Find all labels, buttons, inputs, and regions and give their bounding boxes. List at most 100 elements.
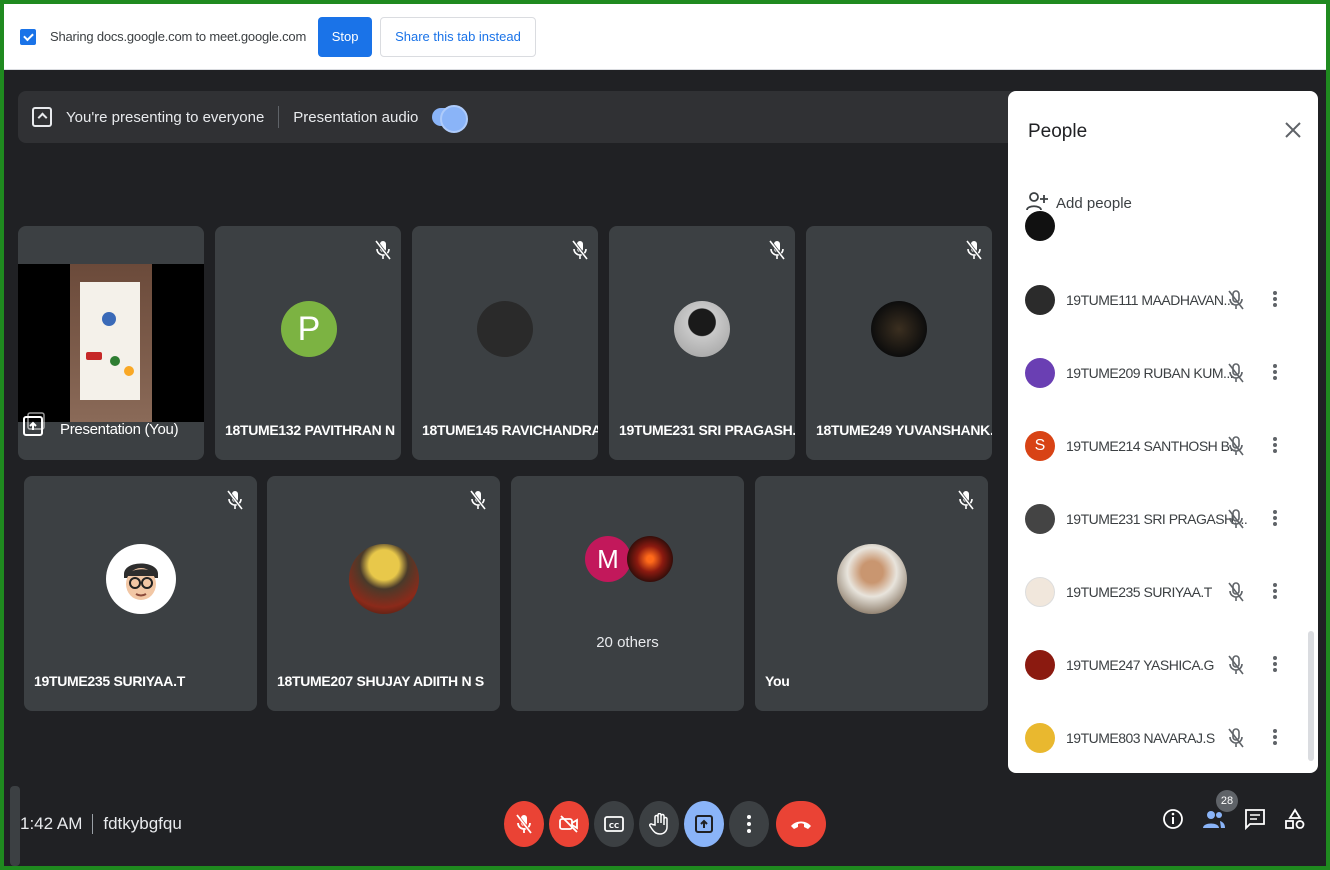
- more-options-button[interactable]: [729, 801, 769, 847]
- screen-share-bar: Sharing docs.google.com to meet.google.c…: [4, 4, 1326, 70]
- participant-name: 19TUME111 MAADHAVAN...: [1066, 292, 1234, 308]
- divider: [278, 106, 280, 128]
- people-icon[interactable]: [1202, 808, 1226, 835]
- mic-off-icon: [226, 490, 244, 510]
- avatar: [349, 544, 419, 614]
- avatar: [1025, 650, 1055, 680]
- participant-name: 19TUME231 SRI PRAGASH....: [1066, 511, 1248, 527]
- captions-button[interactable]: CC: [594, 801, 634, 847]
- mic-off-icon: [571, 240, 589, 260]
- tile-name: 18TUME145 RAVICHANDRA...: [422, 422, 598, 438]
- poster-image: [70, 264, 152, 422]
- presentation-audio-label: Presentation audio: [293, 108, 419, 126]
- svg-text:CC: CC: [609, 822, 619, 830]
- mic-off-button[interactable]: [504, 801, 544, 847]
- mic-off-icon: [965, 240, 983, 260]
- list-item[interactable]: 19TUME803 NAVARAJ.S: [1008, 701, 1318, 773]
- tile-name: 18TUME207 SHUJAY ADIITH N S: [277, 673, 484, 689]
- mic-off-icon: [469, 490, 487, 510]
- tile-participant[interactable]: P 18TUME132 PAVITHRAN N: [215, 226, 401, 460]
- meeting-code: fdtkybgfqu: [103, 814, 182, 833]
- more-options-icon[interactable]: [1272, 581, 1278, 603]
- list-item[interactable]: [1008, 189, 1318, 263]
- avatar: P: [281, 301, 337, 357]
- avatar: [837, 544, 907, 614]
- activities-icon[interactable]: [1284, 808, 1306, 835]
- leave-call-button[interactable]: [776, 801, 826, 847]
- avatar: [1025, 577, 1055, 607]
- stop-sharing-button[interactable]: Stop: [318, 16, 373, 57]
- mic-off-icon: [374, 240, 392, 260]
- list-item[interactable]: 19TUME209 RUBAN KUM...: [1008, 336, 1318, 410]
- more-options-icon[interactable]: [1272, 289, 1278, 311]
- more-options-icon[interactable]: [1272, 654, 1278, 676]
- more-options-icon[interactable]: [1272, 727, 1278, 749]
- tile-name: 19TUME235 SURIYAA.T: [34, 673, 185, 689]
- tile-name: You: [765, 673, 790, 689]
- mic-off-icon: [957, 490, 975, 510]
- mic-off-icon[interactable]: [1226, 654, 1246, 676]
- list-item[interactable]: 19TUME235 SURIYAA.T: [1008, 555, 1318, 629]
- participant-name: 19TUME214 SANTHOSH B...: [1066, 438, 1240, 454]
- mic-off-icon[interactable]: [1226, 508, 1246, 530]
- mic-off-icon[interactable]: [1226, 727, 1246, 749]
- mic-off-icon[interactable]: [1226, 289, 1246, 311]
- tile-name: 18TUME132 PAVITHRAN N: [225, 422, 395, 438]
- presenting-text: You're presenting to everyone: [66, 108, 265, 126]
- mic-off-icon: [768, 240, 786, 260]
- tile-participant[interactable]: 18TUME207 SHUJAY ADIITH N S: [267, 476, 500, 711]
- others-count-label: 20 others: [596, 634, 659, 651]
- mic-off-icon[interactable]: [1226, 435, 1246, 457]
- participant-name: 19TUME803 NAVARAJ.S: [1066, 730, 1215, 746]
- mic-off-icon[interactable]: [1226, 362, 1246, 384]
- more-options-icon[interactable]: [1272, 435, 1278, 457]
- tile-participant[interactable]: 18TUME145 RAVICHANDRA...: [412, 226, 598, 460]
- participant-name: 19TUME235 SURIYAA.T: [1066, 584, 1212, 600]
- meeting-info: 1:42 AM fdtkybgfqu: [20, 814, 182, 834]
- meet-window: Sharing docs.google.com to meet.google.c…: [4, 4, 1326, 866]
- drag-handle[interactable]: [10, 786, 20, 866]
- chat-icon[interactable]: [1244, 808, 1266, 835]
- tile-participant[interactable]: 19TUME235 SURIYAA.T: [24, 476, 257, 711]
- more-options-icon[interactable]: [1272, 508, 1278, 530]
- avatar: S: [1025, 431, 1055, 461]
- tile-name: 19TUME231 SRI PRAGASH.M: [619, 422, 795, 438]
- raise-hand-button[interactable]: [639, 801, 679, 847]
- presentation-audio-toggle[interactable]: [432, 105, 469, 133]
- screen-share-icon: [20, 28, 36, 45]
- avatar: [477, 301, 533, 357]
- participant-name: 19TUME247 YASHICA.G: [1066, 657, 1214, 673]
- divider: [92, 814, 94, 834]
- list-item[interactable]: 19TUME231 SRI PRAGASH....: [1008, 482, 1318, 556]
- camera-off-button[interactable]: [549, 801, 589, 847]
- list-item[interactable]: 19TUME111 MAADHAVAN...: [1008, 263, 1318, 337]
- clock-time: 1:42 AM: [20, 814, 83, 833]
- share-this-tab-button[interactable]: Share this tab instead: [380, 16, 536, 57]
- avatar: [106, 544, 176, 614]
- mic-off-icon[interactable]: [1226, 581, 1246, 603]
- close-icon[interactable]: [1284, 121, 1302, 142]
- tile-participant[interactable]: 19TUME231 SRI PRAGASH.M: [609, 226, 795, 460]
- list-item[interactable]: S 19TUME214 SANTHOSH B...: [1008, 409, 1318, 483]
- present-icon: [32, 107, 52, 127]
- avatar: [1025, 504, 1055, 534]
- presentation-icon: [22, 411, 46, 442]
- avatar: [674, 301, 730, 357]
- presentation-preview: [18, 264, 204, 422]
- avatar: [1025, 358, 1055, 388]
- present-now-button[interactable]: [684, 801, 724, 847]
- meeting-details-icon[interactable]: [1162, 808, 1184, 835]
- scrollbar[interactable]: [1308, 631, 1314, 761]
- more-options-icon[interactable]: [1272, 362, 1278, 384]
- share-status-text: Sharing docs.google.com to meet.google.c…: [50, 29, 307, 44]
- list-item[interactable]: 19TUME247 YASHICA.G: [1008, 628, 1318, 702]
- tile-participant[interactable]: 18TUME249 YUVANSHANK...: [806, 226, 992, 460]
- tile-self[interactable]: You: [755, 476, 988, 711]
- people-panel: People Add people 19TUME111 MAADHAVAN...: [1008, 91, 1318, 773]
- avatar: [1025, 285, 1055, 315]
- tile-others[interactable]: M 20 others: [511, 476, 744, 711]
- tile-name: 18TUME249 YUVANSHANK...: [816, 422, 992, 438]
- tile-presentation[interactable]: Presentation (You): [18, 226, 204, 460]
- avatar: [1025, 211, 1055, 241]
- presenting-banner: You're presenting to everyone Presentati…: [18, 91, 1018, 143]
